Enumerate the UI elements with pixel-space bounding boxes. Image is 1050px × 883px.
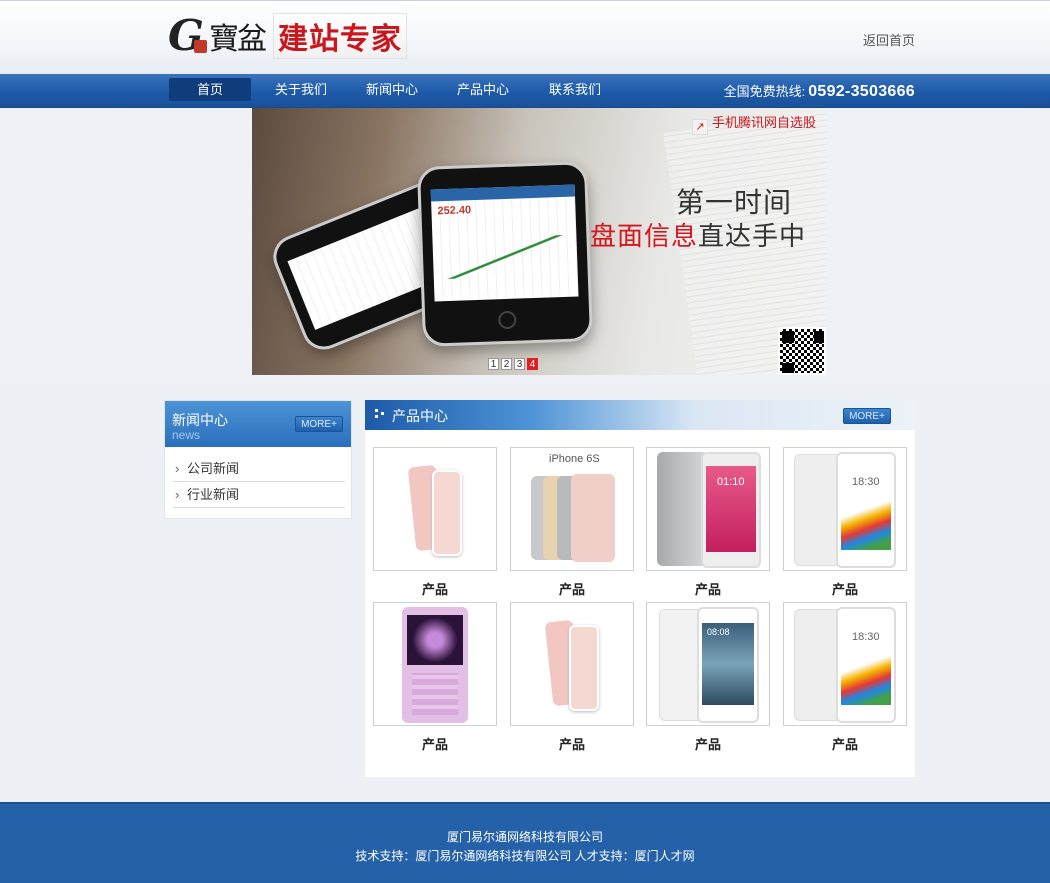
slide-dot-1[interactable]: 1 (488, 358, 499, 370)
slogan-highlight: 盘面信息 (590, 221, 699, 251)
product-image: 08:08 (646, 602, 770, 726)
slogan-rest: 直达手中 (698, 221, 807, 251)
news-item-company[interactable]: › 公司新闻 (173, 456, 345, 482)
logo-brand-text: 寶盆 (209, 22, 267, 57)
qr-code-icon (778, 327, 826, 375)
products-grid: 产品 iPhone 6S 产品 01:10 产品 18:30 产品 产品 产品 … (365, 430, 915, 777)
trend-arrow-icon: ↗ (691, 119, 708, 135)
footer-support: 技术支持：厦门易尔通网络科技有限公司 人才支持：厦门人才网 (355, 849, 695, 863)
news-item-label: 行业新闻 (187, 487, 240, 502)
product-image: 18:30 (783, 447, 907, 571)
stock-price: 252.40 (437, 204, 472, 218)
home-button-icon (497, 310, 517, 330)
product-card[interactable]: 产品 (373, 447, 497, 598)
product-card[interactable]: 18:30 产品 (783, 602, 907, 753)
banner-slogan-line2: 盘面信息直达手中 (590, 216, 806, 253)
nav-item-contact[interactable]: 联系我们 (534, 78, 616, 101)
products-more-button[interactable]: MORE+ (843, 408, 891, 424)
product-caption: 产品 (831, 737, 858, 752)
return-home-link[interactable]: 返回首页 (863, 30, 915, 49)
product-caption: 产品 (421, 582, 448, 597)
chevron-right-icon: › (175, 461, 180, 476)
news-panel-header: 新闻中心 news MORE+ (165, 401, 351, 447)
news-item-label: 公司新闻 (187, 461, 240, 476)
product-image (373, 447, 497, 571)
product-image-text: 08:08 (707, 627, 730, 637)
phone-screen: 252.40 (430, 184, 579, 302)
nav-item-about[interactable]: 关于我们 (260, 78, 342, 101)
nav-item-products[interactable]: 产品中心 (442, 78, 524, 101)
slide-pager: 1 2 3 4 (488, 358, 538, 370)
banner-brand-text: 手机腾讯网自选股 (711, 115, 816, 130)
product-image (510, 602, 634, 726)
hotline: 全国免费热线: 0592-3503666 (724, 81, 915, 101)
news-more-button[interactable]: MORE+ (295, 416, 343, 432)
slide-dot-3[interactable]: 3 (514, 358, 525, 370)
banner-brand: ↗ 手机腾讯网自选股 (691, 112, 816, 135)
news-panel-subtitle: news (172, 428, 201, 442)
product-image-text: iPhone 6S (549, 453, 600, 465)
slide-dot-4[interactable]: 4 (527, 358, 538, 370)
site-footer: 厦门易尔通网络科技有限公司 技术支持：厦门易尔通网络科技有限公司 人才支持：厦门… (0, 802, 1050, 883)
dots-icon (375, 409, 385, 419)
product-image: 18:30 (783, 602, 907, 726)
logo-tagline: 建站专家 (273, 13, 407, 59)
product-card[interactable]: 01:10 产品 (646, 447, 770, 598)
product-card[interactable]: iPhone 6S 产品 (510, 447, 634, 598)
product-image (373, 602, 497, 726)
banner-slogan-line1: 第一时间 (676, 187, 793, 218)
products-header: 产品中心 MORE+ (365, 400, 915, 430)
news-item-industry[interactable]: › 行业新闻 (173, 482, 345, 508)
news-list: › 公司新闻 › 行业新闻 (173, 456, 345, 508)
product-card[interactable]: 08:08 产品 (646, 602, 770, 753)
product-image: 01:10 (646, 447, 770, 571)
product-caption: 产品 (558, 737, 585, 752)
phone-front-image: 252.40 (416, 161, 594, 347)
products-title: 产品中心 (392, 408, 448, 424)
hotline-number: 0592-3503666 (808, 83, 915, 100)
product-card[interactable]: 产品 (373, 602, 497, 753)
stock-chart-icon (438, 234, 572, 280)
product-image-text: 18:30 (852, 631, 880, 643)
chevron-right-icon: › (175, 487, 180, 502)
product-caption: 产品 (694, 737, 721, 752)
site-header: G 寶盆 建站专家 返回首页 (0, 0, 1050, 74)
slide-dot-2[interactable]: 2 (501, 358, 512, 370)
main-nav: 首页 关于我们 新闻中心 产品中心 联系我们 全国免费热线: 0592-35036… (0, 74, 1050, 108)
product-image: iPhone 6S (510, 447, 634, 571)
logo-seal-icon (194, 39, 207, 53)
news-panel: 新闻中心 news MORE+ › 公司新闻 › 行业新闻 (164, 400, 352, 519)
nav-item-news[interactable]: 新闻中心 (351, 78, 433, 101)
product-image-text: 18:30 (852, 476, 880, 488)
product-card[interactable]: 18:30 产品 (783, 447, 907, 598)
product-caption: 产品 (831, 582, 858, 597)
product-caption: 产品 (558, 582, 585, 597)
site-logo[interactable]: G 寶盆 建站专家 (168, 13, 423, 59)
product-image-text: 01:10 (717, 476, 745, 488)
news-panel-title: 新闻中心 (172, 412, 228, 428)
hero-banner[interactable]: 252.40 ↗ 手机腾讯网自选股 第一时间 盘面信息直达手中 1 2 3 4 (252, 108, 826, 375)
product-card[interactable]: 产品 (510, 602, 634, 753)
product-caption: 产品 (694, 582, 721, 597)
footer-company: 厦门易尔通网络科技有限公司 (446, 830, 603, 844)
hotline-label: 全国免费热线: (723, 84, 806, 99)
nav-item-home[interactable]: 首页 (169, 78, 251, 101)
product-caption: 产品 (421, 737, 448, 752)
